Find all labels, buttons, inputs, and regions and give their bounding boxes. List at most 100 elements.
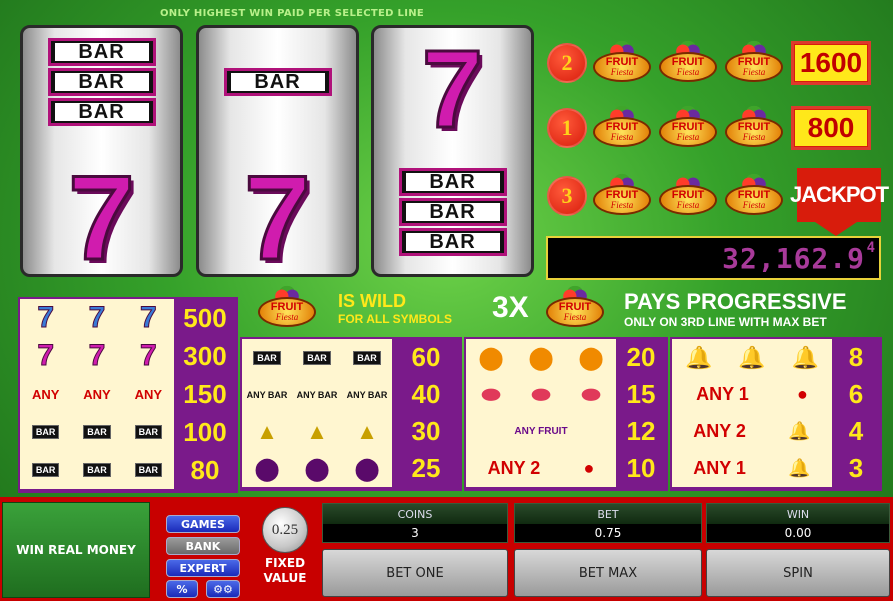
any-seven-icon: ANY [83,386,111,402]
settings-gear-icon[interactable]: ⚙⚙ [206,580,240,598]
progressive-value: 32,162.9 [722,242,865,275]
paytable-bells: 🔔 🔔 🔔 8 ANY 1 ● 6 ANY 2 🔔 4 ANY 1 🔔 3 [670,337,882,491]
paytable-value: 12 [616,413,666,450]
spin-button[interactable]: SPIN [706,549,890,597]
fruit-fiesta-icon: FRUIT Fiesta [591,173,653,219]
any2-label: ANY 2 [487,458,541,478]
progressive-fraction: 4 [866,240,875,256]
paytable-value: 10 [616,450,666,487]
paytable-value: 40 [392,376,460,413]
seven-symbol: 7 [243,151,313,277]
pineapple-icon: ▲ [356,418,378,444]
coins-label: COINS [323,504,507,524]
payline-number-badge[interactable]: 2 [547,43,587,83]
payline-row-1: 1 FRUIT Fiesta FRUIT Fiesta FRUIT Fiesta 80… [547,102,871,154]
pineapple-icon: ▲ [256,418,278,444]
double-bar-icon: BAR [83,463,111,477]
any-bar-icon: ANY BAR [346,389,388,400]
seven-symbol: 7 [420,28,484,151]
paytable-value: 20 [616,339,666,376]
bet-max-button[interactable]: BET MAX [514,549,702,597]
bar-icon: BAR [303,350,331,365]
plum-icon: ⬤ [304,455,330,481]
bar-label: BAR [54,41,149,63]
fruit-fiesta-icon: FRUIT Fiesta [256,285,318,331]
seven-icon: 7 [88,339,106,372]
percent-button[interactable]: % [166,580,198,598]
paytable-value: 300 [174,337,236,375]
paytable-value: 8 [832,339,880,376]
bar-label: BAR [405,171,500,193]
win-real-money-button[interactable]: WIN REAL MONEY [2,502,150,598]
win-value: 0.00 [707,524,889,542]
coins-value: 3 [323,524,507,542]
plum-icon: ⬤ [254,455,280,481]
progressive-subtitle: ONLY ON 3RD LINE WITH MAX BET [624,315,827,329]
fruit-fiesta-icon: ● [583,458,595,478]
bell-icon: 🔔 [791,344,820,370]
progressive-title: PAYS PROGRESSIVE [624,289,847,314]
bar-icon: BAR [353,350,381,365]
double-bar-icon: BAR [134,463,163,477]
paytable-row: BAR BAR BAR 100 [20,413,236,451]
payline-number-badge[interactable]: 1 [547,108,587,148]
paytable-row: 777 500 [20,299,236,337]
jackpot-label: JACKPOT [790,168,889,222]
bar-label: BAR [230,71,325,93]
seven-icon: 7 [37,339,55,372]
seven-icon: 7 [139,339,157,372]
bet-value: 0.75 [515,524,701,542]
watermelon-icon: ⬬ [531,381,551,407]
bet-one-button[interactable]: BET ONE [322,549,508,597]
reel-3: 7 BAR BAR BAR [371,25,534,277]
paytable-value: 60 [392,339,460,376]
paytable-value: 150 [174,375,236,413]
triple-bar-symbol: BAR BAR BAR [47,38,156,126]
bet-label: BET [515,504,701,524]
fruit-fiesta-icon: FRUIT Fiesta [544,285,606,331]
bank-button[interactable]: BANK [166,537,240,555]
bar-label: BAR [54,101,149,123]
single-bar-symbol: BAR [223,68,332,96]
orange-icon: ⬤ [578,344,604,370]
games-button[interactable]: GAMES [166,515,240,533]
fixed-value-label: FIXED VALUE [263,556,307,585]
bar-label: BAR [54,71,149,93]
bell-icon: 🔔 [788,458,811,478]
bar-label: BAR [405,231,500,253]
fruit-fiesta-icon: FRUIT Fiesta [723,173,785,219]
bell-icon: 🔔 [684,344,713,370]
rainbow-seven-icon: 7 [88,301,106,334]
any-seven-icon: ANY [31,386,60,402]
paytable-sevens-bars: 777 500 777 300 ANY ANY ANY 150 BAR BAR BAR … [18,297,238,493]
triple-bar-icon: BAR [83,425,111,439]
watermelon-icon: ⬬ [581,381,601,407]
payline-row-2: 2 FRUIT Fiesta FRUIT Fiesta FRUIT Fiesta 16… [547,37,871,89]
payline-notice: ONLY HIGHEST WIN PAID PER SELECTED LINE [160,8,425,19]
coin-value-selector[interactable]: 0.25 [262,507,308,553]
fruit-fiesta-icon: FRUIT Fiesta [657,173,719,219]
fruit-fiesta-icon: FRUIT Fiesta [591,40,653,86]
watermelon-icon: ⬬ [481,381,501,407]
payline-number-badge[interactable]: 3 [547,176,587,216]
paytable-value: 100 [174,413,236,451]
rainbow-seven-icon: 7 [139,301,157,334]
fruit-fiesta-icon: FRUIT Fiesta [657,40,719,86]
payline-prize: 1600 [791,41,871,85]
expert-button[interactable]: EXPERT [166,559,240,577]
seven-symbol: 7 [67,151,137,277]
progressive-jackpot-display: 32,162.9 4 [546,236,881,280]
paytable-value: 25 [392,450,460,487]
payline-prize: 800 [791,106,871,150]
paytable-bars-fruit: BAR BAR BAR 60 ANY BAR ANY BAR ANY BAR 40 ▲ ▲… [240,337,462,491]
any1-label: ANY 1 [696,384,749,404]
plum-icon: ⬤ [354,455,380,481]
fruit-fiesta-icon: FRUIT Fiesta [657,105,719,151]
any1-label: ANY 1 [693,458,746,478]
bet-display: BET 0.75 [514,503,702,543]
fruit-fiesta-icon: FRUIT Fiesta [723,40,785,86]
orange-icon: ⬤ [478,344,504,370]
any-bar-icon: ANY BAR [296,389,338,400]
any2-label: ANY 2 [693,421,746,441]
rainbow-seven-icon: 7 [37,301,55,334]
